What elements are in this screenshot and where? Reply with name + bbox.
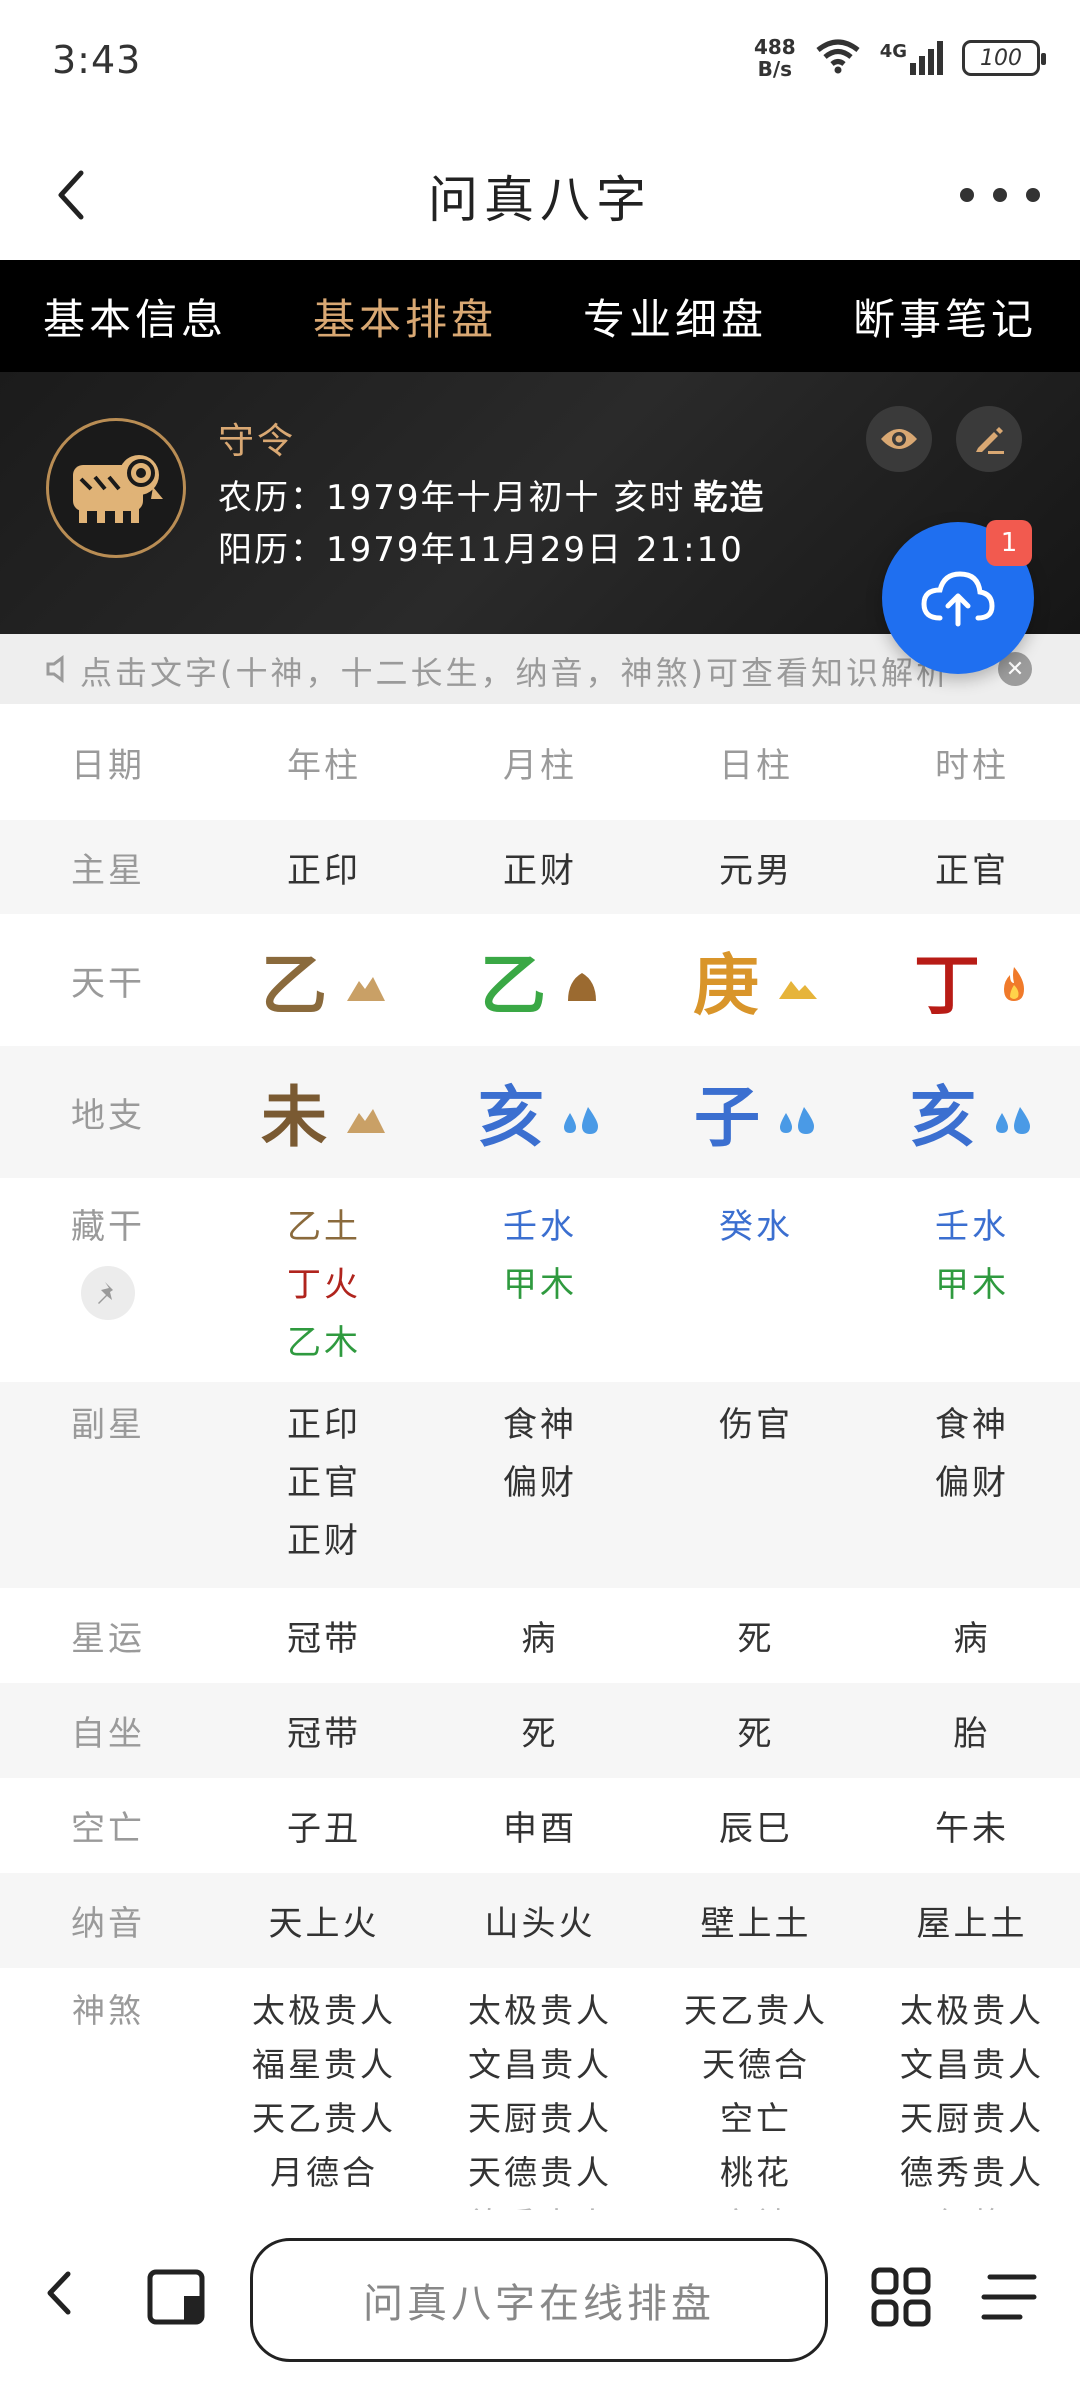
dot-icon — [960, 188, 974, 202]
view-button[interactable] — [866, 406, 932, 472]
table-row-main-star: 主星 正印 正财 元男 正官 — [0, 820, 1080, 914]
table-row-earthly-branch: 地支 未 亥 子 亥 — [0, 1046, 1080, 1178]
tab-notes[interactable]: 断事笔记 — [810, 260, 1080, 372]
status-time: 3:43 — [52, 38, 142, 82]
signal-icon: 4G — [880, 41, 944, 75]
water-drop-icon — [994, 1074, 1034, 1151]
table-row-shensha: 神煞 太极贵人 福星贵人 天乙贵人 月德合 太极贵人 文昌贵人 天厨贵人 天德贵… — [72, 1991, 1044, 2226]
bazi-table: 日期 年柱 月柱 日柱 时柱 主星 正印 正财 元男 正官 天干 乙 乙 庚 丁 — [0, 704, 1080, 2228]
tab-basic-info[interactable]: 基本信息 — [0, 260, 270, 372]
status-bar: 3:43 488 B/s 4G 100 — [0, 0, 1080, 130]
table-row-void: 空亡 子丑 申酉 辰巳 午未 — [71, 1809, 1009, 1849]
header-month: 月柱 — [503, 745, 577, 786]
table-row-hidden-stem: 藏干 乙土 丁火 乙木 壬水 甲木 癸水 壬水 甲木 — [71, 1207, 1009, 1363]
cloud-upload-icon — [921, 571, 995, 627]
table-row-self-sit: 自坐 冠带 死 死 胎 — [0, 1683, 1080, 1778]
tab-bar: 基本信息 基本排盘 专业细盘 断事笔记 — [0, 260, 1080, 372]
water-drop-icon — [778, 1074, 818, 1151]
goat-icon — [73, 455, 163, 523]
header-hour: 时柱 — [935, 745, 1009, 786]
page-title: 问真八字 — [428, 171, 652, 229]
wifi-icon — [814, 38, 862, 78]
battery-icon: 100 — [962, 40, 1046, 76]
menu-button[interactable] — [980, 2272, 1038, 2326]
branch-char: 未 — [261, 1064, 387, 1160]
tab-switch-icon — [147, 2269, 205, 2325]
solar-date: 阳历：1979年11月29日 21:10 — [218, 530, 744, 570]
grid-icon — [871, 2267, 931, 2327]
title-bar: 问真八字 — [0, 130, 1080, 260]
tabs-button[interactable] — [146, 2268, 206, 2330]
browser-back-button[interactable] — [44, 2268, 74, 2322]
dot-icon — [1026, 188, 1040, 202]
eye-icon — [881, 429, 917, 449]
speaker-icon — [44, 654, 74, 688]
edit-button[interactable] — [956, 406, 1022, 472]
stem-char: 乙 — [480, 932, 600, 1028]
status-icons: 488 B/s 4G 100 — [753, 35, 1046, 81]
grid-menu-button[interactable] — [870, 2266, 932, 2332]
notice-text: 点击文字(十神，十二长生，纳音，神煞)可查看知识解析 — [80, 654, 951, 692]
dot-icon — [993, 188, 1007, 202]
tab-basic-chart[interactable]: 基本排盘 — [270, 260, 540, 372]
profile-name[interactable]: 守令 — [218, 412, 296, 464]
hamburger-icon — [981, 2274, 1037, 2320]
stem-char: 庚 — [693, 932, 819, 1028]
water-drop-icon — [562, 1074, 602, 1151]
mountain-icon — [345, 1074, 387, 1151]
notification-badge: 1 — [986, 520, 1032, 566]
more-options-button[interactable] — [960, 172, 1040, 218]
zodiac-avatar — [46, 418, 186, 558]
stem-char: 乙 — [261, 932, 387, 1028]
network-speed: 488 B/s — [753, 35, 796, 81]
table-row-sub-star: 副星 正印 正官 正财 食神 偏财 伤官 食神 偏财 — [0, 1382, 1080, 1588]
table-row-nayin: 纳音 天上火 山头火 壁上土 屋上土 — [0, 1873, 1080, 1968]
tab-pro-chart[interactable]: 专业细盘 — [540, 260, 810, 372]
pencil-icon — [976, 427, 1004, 454]
table-row-star-luck: 星运 冠带 病 死 病 — [71, 1619, 991, 1659]
pin-icon[interactable] — [81, 1266, 135, 1320]
chevron-left-icon — [47, 2271, 71, 2315]
search-bar[interactable]: 问真八字在线排盘 — [250, 2238, 828, 2362]
bottom-nav-bar: 问真八字在线排盘 — [0, 2210, 1080, 2388]
gold-ingot-icon — [777, 942, 819, 1019]
table-header-row: 日期 年柱 月柱 日柱 时柱 — [0, 704, 1080, 820]
branch-char: 子 — [694, 1064, 818, 1160]
branch-char: 亥 — [910, 1064, 1034, 1160]
branch-char: 亥 — [478, 1064, 602, 1160]
lunar-date: 农历：1979年十月初十 亥时 乾造 — [218, 478, 766, 518]
mountain-icon — [564, 942, 600, 1019]
header-date: 日期 — [71, 745, 145, 786]
stem-char: 丁 — [914, 932, 1030, 1028]
gender-label: 乾造 — [693, 478, 766, 518]
mountain-icon — [345, 942, 387, 1019]
header-day: 日柱 — [719, 745, 793, 786]
header-year: 年柱 — [287, 745, 361, 786]
fire-icon — [998, 942, 1030, 1019]
table-row-heavenly-stem: 天干 乙 乙 庚 丁 — [0, 914, 1080, 1046]
